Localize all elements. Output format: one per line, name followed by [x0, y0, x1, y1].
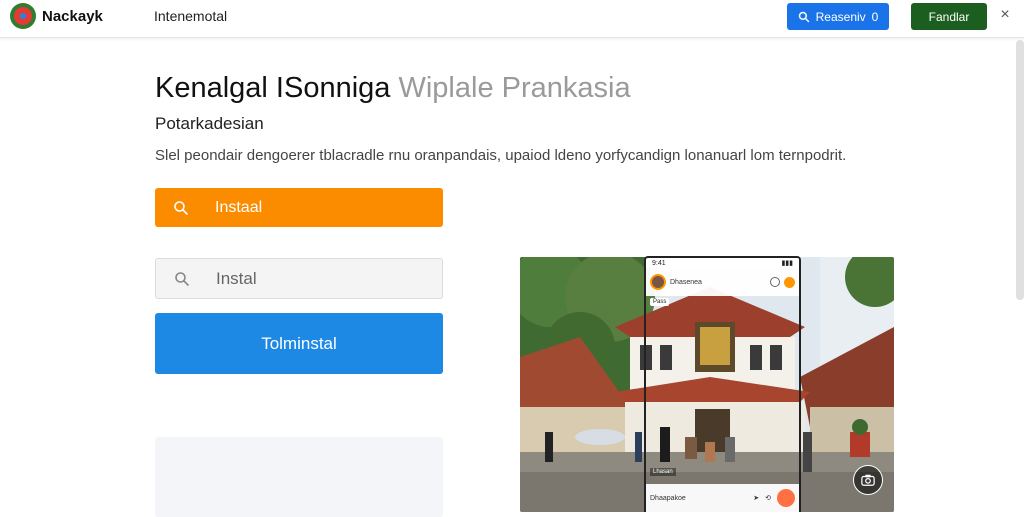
page-title: Kenalgal ISonniga Wiplale Prankasia	[155, 72, 631, 105]
title-secondary: Wiplale Prankasia	[398, 72, 631, 104]
app-logo-icon[interactable]	[10, 3, 36, 29]
install-input[interactable]	[216, 268, 416, 289]
search-icon	[175, 271, 190, 286]
search-button-label: Reaseniv	[815, 9, 866, 24]
phone-profile-header: Dhasenea	[646, 268, 799, 296]
more-icon[interactable]	[770, 277, 780, 287]
phone-live-label: Lhasan	[650, 468, 676, 476]
brand-name[interactable]: Nackayk	[42, 8, 103, 25]
phone-mockup: 9:41 ▮▮▮ Dhasenea Pass Lhasan Dhaapakoe …	[644, 256, 801, 512]
scrollbar[interactable]	[1016, 40, 1024, 300]
search-button[interactable]: Reaseniv 0	[787, 3, 889, 30]
phone-time: 9:41	[652, 259, 666, 267]
install-orange-button[interactable]: Instaal	[155, 188, 443, 227]
phone-footer: Dhaapakoe ➤ ⟲	[646, 484, 799, 512]
search-icon	[174, 200, 189, 215]
tolminstal-button[interactable]: Tolminstal	[155, 313, 443, 374]
signal-icon: ▮▮▮	[781, 260, 793, 267]
phone-profile-name: Dhasenea	[670, 278, 702, 286]
send-icon[interactable]: ➤	[753, 494, 759, 502]
page-subtitle: Potarkadesian	[155, 114, 264, 133]
header-subtitle: Intenemotal	[154, 8, 228, 24]
notification-icon[interactable]	[784, 276, 795, 288]
phone-footer-text: Dhaapakoe	[650, 494, 686, 502]
search-count: 0	[871, 9, 879, 24]
share-icon[interactable]: ⟲	[765, 494, 771, 502]
page-description: Slel peondair dengoerer tblacradle rnu o…	[155, 147, 847, 164]
primary-header-button[interactable]: Fandlar	[911, 3, 987, 30]
install-search-field[interactable]	[155, 258, 443, 299]
record-button-icon[interactable]	[777, 489, 795, 507]
install-orange-label: Instaal	[215, 198, 263, 216]
close-icon[interactable]: ×	[996, 6, 1014, 24]
camera-icon[interactable]	[853, 465, 883, 495]
phone-status-bar: 9:41 ▮▮▮	[646, 258, 799, 268]
avatar[interactable]	[650, 274, 666, 290]
phone-badge: Pass	[650, 298, 670, 306]
placeholder-card	[155, 437, 443, 517]
top-bar: Nackayk Intenemotal Reaseniv 0 Fandlar ×	[0, 0, 1024, 38]
search-icon	[798, 11, 810, 22]
title-primary: Kenalgal ISonniga	[155, 72, 391, 104]
